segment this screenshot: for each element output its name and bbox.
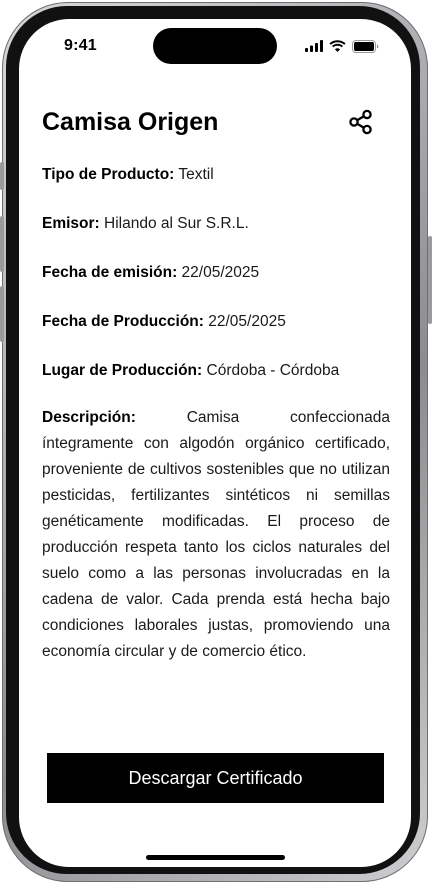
field-label: Tipo de Producto: bbox=[42, 166, 175, 183]
wifi-icon bbox=[329, 40, 346, 52]
field-label: Emisor: bbox=[42, 215, 100, 232]
field-label: Lugar de Producción: bbox=[42, 362, 203, 379]
field-tipo: Tipo de Producto: Textil bbox=[42, 165, 390, 185]
download-certificate-button[interactable]: Descargar Certificado bbox=[47, 753, 384, 803]
field-value: Textil bbox=[178, 166, 214, 183]
share-button[interactable] bbox=[346, 107, 376, 137]
status-time: 9:41 bbox=[64, 37, 97, 54]
field-fecha-produccion: Fecha de Producción: 22/05/2025 bbox=[42, 312, 390, 332]
action-button bbox=[0, 162, 4, 190]
home-indicator bbox=[146, 855, 285, 860]
field-emisor: Emisor: Hilando al Sur S.R.L. bbox=[42, 214, 390, 234]
dynamic-island bbox=[153, 28, 277, 64]
field-label: Descripción: bbox=[42, 409, 136, 426]
volume-up-button bbox=[0, 216, 4, 272]
volume-down-button bbox=[0, 286, 4, 342]
field-descripcion: Descripción: Camisa confeccionada íntegr… bbox=[42, 405, 390, 665]
page-title: Camisa Origen bbox=[42, 108, 219, 136]
description-text: Camisa confeccionada íntegramente con al… bbox=[42, 409, 391, 660]
field-value: Hilando al Sur S.R.L. bbox=[104, 215, 249, 232]
signal-icon bbox=[305, 40, 323, 52]
field-label: Fecha de emisión: bbox=[42, 264, 178, 281]
header: Camisa Origen bbox=[42, 105, 376, 139]
power-button bbox=[428, 236, 432, 324]
field-lugar: Lugar de Producción: Córdoba - Córdoba bbox=[42, 361, 390, 381]
share-icon bbox=[349, 109, 372, 135]
status-icons bbox=[305, 39, 379, 53]
screen: 9:41 Camisa Origen Tipo de Producto: Tex… bbox=[19, 19, 411, 867]
product-details: Tipo de Producto: Textil Emisor: Hilando… bbox=[42, 165, 390, 694]
field-value: Córdoba - Córdoba bbox=[206, 362, 340, 379]
field-value: 22/05/2025 bbox=[181, 264, 260, 281]
field-value: 22/05/2025 bbox=[208, 313, 286, 330]
field-fecha-emision: Fecha de emisión: 22/05/2025 bbox=[42, 263, 390, 283]
field-label: Fecha de Producción: bbox=[42, 313, 204, 330]
battery-icon bbox=[352, 39, 379, 53]
